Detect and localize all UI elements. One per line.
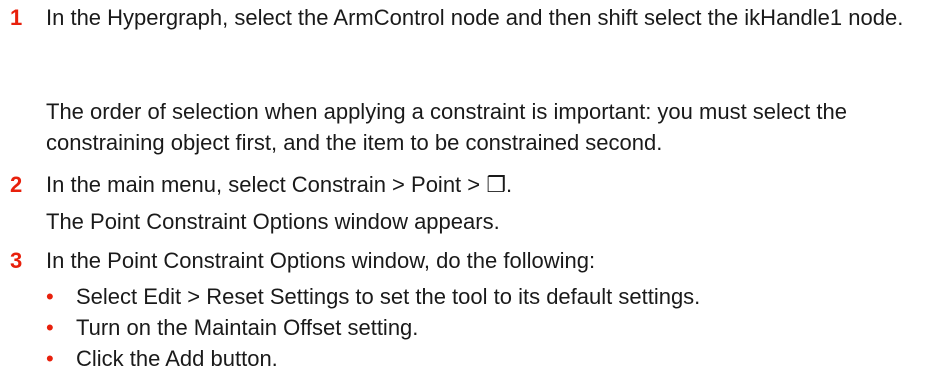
- step-number: 2: [10, 172, 23, 197]
- bullet-text: Click the Add button.: [76, 346, 278, 371]
- step-instruction: In the main menu, select Constrain > Poi…: [46, 172, 513, 197]
- step-number: 1: [10, 5, 23, 30]
- step-instruction: In the Point Constraint Options window, …: [46, 248, 596, 273]
- bullet-icon: •: [46, 346, 54, 371]
- bullet-text: Select Edit > Reset Settings to set the …: [76, 284, 701, 309]
- step-instruction: In the Hypergraph, select the ArmControl…: [46, 5, 904, 30]
- bullet-text: Turn on the Maintain Offset setting.: [76, 315, 419, 340]
- step-1-note: The order of selection when applying a c…: [46, 99, 847, 155]
- step-2-note: The Point Constraint Options window appe…: [46, 209, 500, 234]
- bullet-icon: •: [46, 315, 54, 340]
- document-page: 1 In the Hypergraph, select the ArmContr…: [0, 0, 931, 371]
- step-number: 3: [10, 248, 23, 273]
- bullet-icon: •: [46, 284, 54, 309]
